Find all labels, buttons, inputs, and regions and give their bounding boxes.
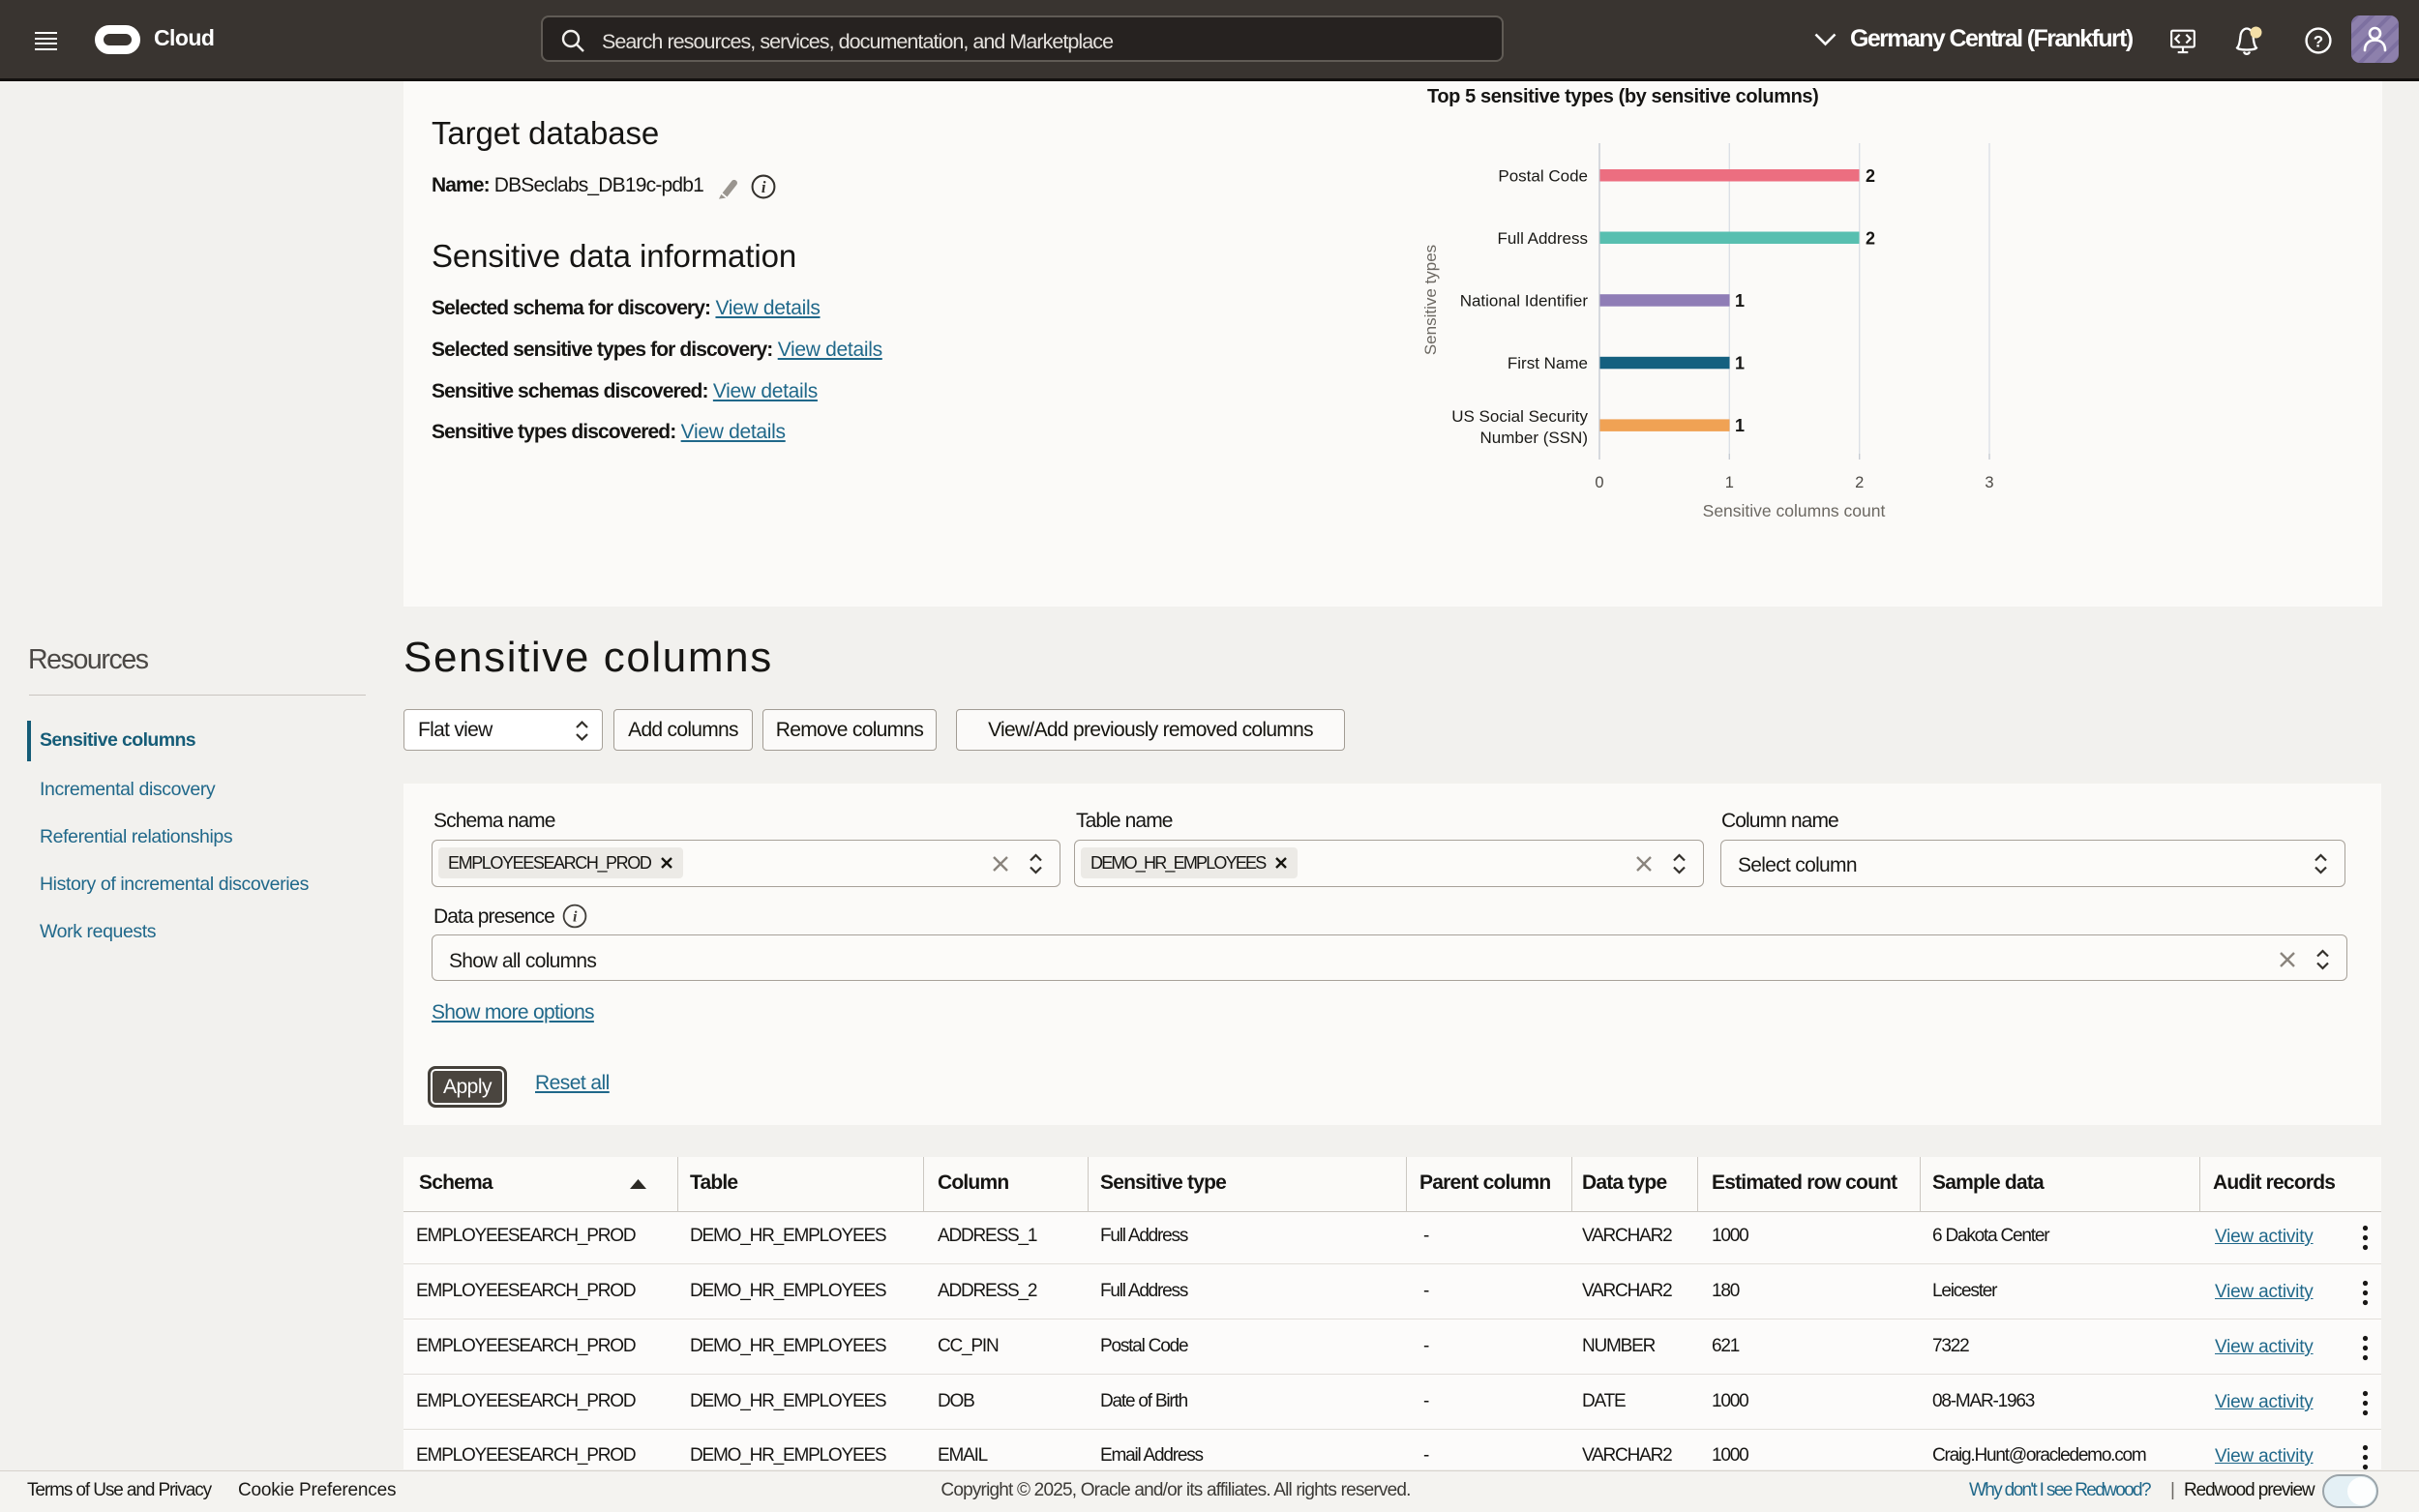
svg-text:3: 3 xyxy=(1985,474,1993,491)
svg-text:1: 1 xyxy=(1725,474,1734,491)
svg-text:0: 0 xyxy=(1595,474,1603,491)
svg-text:1: 1 xyxy=(1735,416,1745,435)
svg-text:Number (SSN): Number (SSN) xyxy=(1480,429,1588,447)
svg-text:1: 1 xyxy=(1735,354,1745,373)
svg-text:Postal Code: Postal Code xyxy=(1498,166,1588,185)
svg-text:2: 2 xyxy=(1855,474,1864,491)
svg-text:Sensitive types: Sensitive types xyxy=(1421,245,1440,355)
svg-text:Full Address: Full Address xyxy=(1497,229,1588,248)
svg-text:2: 2 xyxy=(1866,228,1875,248)
svg-text:National Identifier: National Identifier xyxy=(1460,292,1589,311)
svg-text:US Social Security: US Social Security xyxy=(1451,407,1588,426)
svg-text:2: 2 xyxy=(1866,166,1875,186)
svg-text:Top 5 sensitive types (by sens: Top 5 sensitive types (by sensitive colu… xyxy=(1427,86,1818,107)
svg-text:i: i xyxy=(762,178,766,196)
svg-text:i: i xyxy=(573,909,578,926)
svg-text:?: ? xyxy=(2314,33,2323,51)
svg-text:1: 1 xyxy=(1735,291,1745,311)
svg-text:First Name: First Name xyxy=(1508,354,1588,372)
svg-text:Sensitive columns count: Sensitive columns count xyxy=(1703,501,1886,520)
